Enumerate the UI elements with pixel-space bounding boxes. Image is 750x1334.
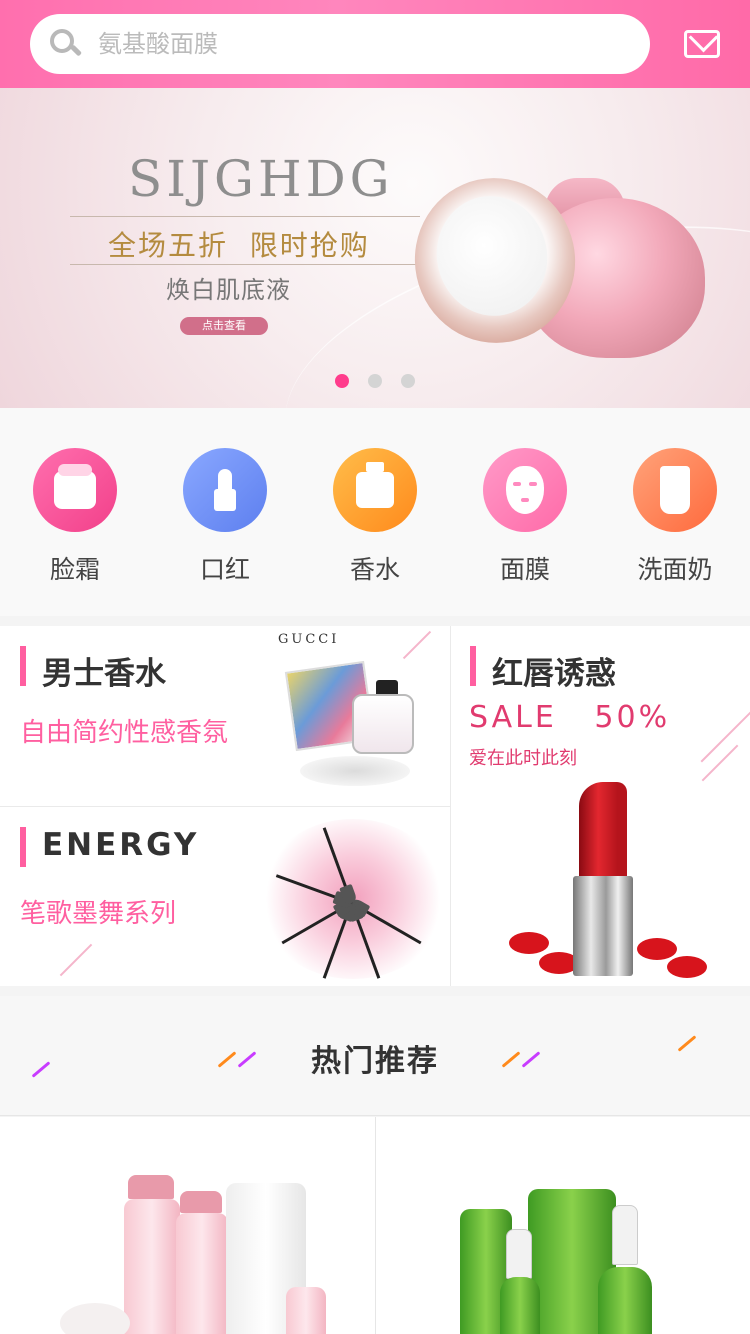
section-title: 热门推荐: [311, 1044, 439, 1079]
rose-petal-image: [509, 932, 549, 954]
category-label: 香水: [349, 555, 400, 584]
banner-tagline: 全场五折 限时抢购: [108, 229, 370, 262]
splash-decoration: [300, 756, 410, 786]
carousel-dot[interactable]: [335, 374, 349, 388]
perfume-icon: [333, 448, 417, 532]
product-grid: [0, 1117, 750, 1334]
category-face-cream[interactable]: 脸霜: [0, 408, 150, 616]
perfume-bottle-image: [352, 694, 414, 754]
promo-energy[interactable]: ENERGY 笔歌墨舞系列: [0, 807, 450, 986]
rose-petal-image: [667, 956, 707, 978]
product-image: [612, 1205, 638, 1265]
category-label: 面膜: [499, 555, 550, 584]
category-label: 口红: [199, 555, 250, 584]
promo-subtitle: 自由简约性感香氛: [20, 718, 229, 748]
promo-lips[interactable]: 红唇诱惑 SALE 50% 爱在此时此刻: [451, 626, 750, 986]
category-face-mask[interactable]: 面膜: [450, 408, 600, 616]
search-icon[interactable]: [48, 27, 83, 61]
category-label: 脸霜: [49, 555, 100, 584]
promo-title: 男士香水: [42, 656, 166, 692]
product-image: [60, 1303, 130, 1334]
promo-banner[interactable]: SIJGHDG 全场五折 限时抢购 焕白肌底液 点击查看: [0, 88, 750, 408]
banner-divider: [70, 216, 420, 217]
category-cleanser[interactable]: 洗面奶: [600, 408, 750, 616]
decoration-line: [59, 943, 93, 977]
promo-grid: 男士香水 自由简约性感香氛 GUCCI ENERGY 笔歌墨舞系列 红唇诱惑 S…: [0, 626, 750, 986]
promo-subtitle: 笔歌墨舞系列: [20, 899, 177, 929]
accent-bar: [470, 646, 476, 686]
lipstick-icon: [183, 448, 267, 532]
rose-petal-image: [637, 938, 677, 960]
search-bar[interactable]: [30, 14, 650, 74]
lipstick-image: [573, 876, 633, 976]
category-perfume[interactable]: 香水: [300, 408, 450, 616]
promo-subtitle: 爱在此时此刻: [469, 748, 577, 769]
cream-jar-image: [399, 163, 705, 358]
product-image: [500, 1277, 540, 1334]
carousel-dot[interactable]: [368, 374, 382, 388]
product-image: [128, 1175, 174, 1199]
product-image: [176, 1213, 228, 1334]
cleanser-icon: [633, 448, 717, 532]
accent-bar: [20, 646, 26, 686]
product-image: [180, 1191, 222, 1213]
promo-mens-perfume[interactable]: 男士香水 自由简约性感香氛 GUCCI: [0, 626, 450, 806]
product-image: [506, 1229, 532, 1279]
banner-divider: [70, 264, 420, 265]
accent-bar: [20, 827, 26, 867]
banner-brand: SIJGHDG: [128, 150, 394, 208]
decoration-line: [701, 744, 739, 782]
promo-title: ENERGY: [42, 827, 200, 863]
product-image: [598, 1267, 652, 1334]
decoration-line: [402, 630, 432, 660]
search-input[interactable]: [98, 30, 618, 58]
promo-title: 红唇诱惑: [492, 656, 616, 692]
sale-label: SALE 50%: [469, 700, 671, 735]
category-label: 洗面奶: [637, 555, 713, 584]
face-cream-icon: [33, 448, 117, 532]
divider: [0, 806, 450, 807]
product-image: [124, 1199, 180, 1334]
product-card[interactable]: [376, 1117, 750, 1334]
top-bar: [0, 0, 750, 88]
face-mask-icon: [483, 448, 567, 532]
banner-view-button[interactable]: 点击查看: [180, 317, 268, 335]
carousel-indicator[interactable]: [335, 374, 415, 388]
product-image: [286, 1287, 326, 1334]
lipstick-image: [579, 782, 627, 882]
banner-subtitle: 焕白肌底液: [166, 276, 291, 304]
category-nav: 脸霜 口红 香水 面膜 洗面奶: [0, 408, 750, 616]
hot-section-header: 热门推荐: [0, 996, 750, 1116]
carousel-dot[interactable]: [401, 374, 415, 388]
brand-label: GUCCI: [278, 632, 340, 647]
product-card[interactable]: [0, 1117, 374, 1334]
category-lipstick[interactable]: 口红: [150, 408, 300, 616]
mail-icon[interactable]: [684, 30, 720, 58]
divider: [0, 1115, 750, 1116]
